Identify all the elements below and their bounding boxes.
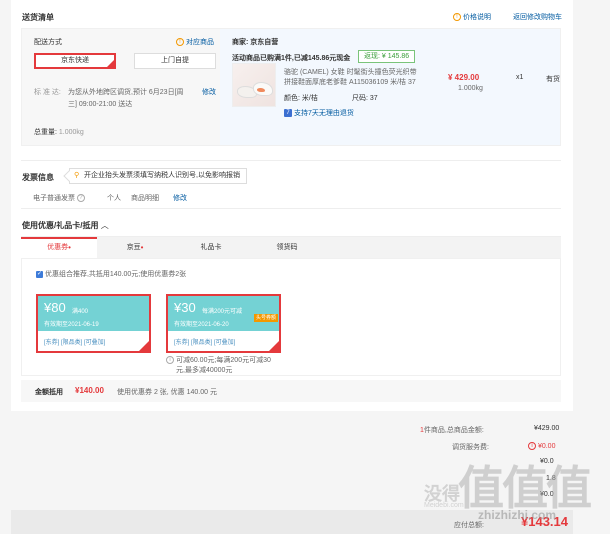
invoice-title: 发票信息 bbox=[22, 173, 54, 182]
invoice-tip: ⚲ 开企业抬头发票须填写纳税人识别号,以免影响报销 bbox=[69, 168, 247, 184]
invoice-detail: 商品明细 bbox=[131, 195, 159, 202]
order-card: 送货清单 ! 价格说明 返回修改购物车 配送方式 ! 对应商品 京东快递 上门自… bbox=[11, 0, 573, 411]
coupon-tags: [东券] [限品类] [可叠加] bbox=[44, 340, 106, 346]
standard-delivery-text-2: 三] 09:00-21:00 送达 bbox=[68, 101, 133, 108]
discount-amount-desc: 使用优惠券 2 张, 优惠 140.00 元 bbox=[117, 389, 217, 396]
promo-text: 活动商品已购满1件,已减145.86元现金 bbox=[232, 55, 351, 62]
delivery-modify-link[interactable]: 修改 bbox=[202, 87, 216, 97]
product-name-line-1[interactable]: 骆驼 (CAMEL) 女鞋 时髦街头撞色荧光织带 bbox=[284, 67, 417, 77]
merchant-panel: 商家: 京东自营 活动商品已购满1件,已减145.86元现金 返现: ¥ 145… bbox=[220, 29, 560, 145]
coupon-condition: 满400 bbox=[72, 309, 89, 315]
invoice-personal: 个人 bbox=[107, 195, 121, 202]
coupon-amount: ¥30 bbox=[174, 300, 196, 315]
selected-check-icon bbox=[269, 341, 279, 351]
coupon-amount: ¥80 bbox=[44, 300, 66, 315]
coupon-date: 有效期至2021-06-20 bbox=[174, 322, 229, 328]
invoice-modify-link[interactable]: 修改 bbox=[173, 193, 187, 203]
checkbox-checked-icon: ✓ bbox=[36, 270, 43, 278]
info-icon: ! bbox=[176, 38, 184, 47]
tab-pickup-code[interactable]: 领货码 bbox=[249, 237, 325, 259]
head-coupon-tag: 头号券额 bbox=[254, 314, 279, 322]
coupon-tags: [东券] [限品类] [可叠加] bbox=[174, 340, 236, 346]
divider bbox=[21, 208, 561, 209]
coupon-note: i 可减60.00元;每满200元可减30 bbox=[166, 355, 271, 365]
location-pin-icon: ⚲ bbox=[74, 172, 80, 179]
shipping-method-panel: 配送方式 ! 对应商品 京东快递 上门自提 标 准 达: 为您从外地跨区调货,预… bbox=[22, 29, 220, 145]
self-pickup-button[interactable]: 上门自提 bbox=[134, 53, 216, 69]
discount-tabs: 优惠券• 京豆• 礼品卡 领货码 bbox=[21, 236, 561, 259]
product-price: ¥ 429.00 bbox=[448, 73, 480, 82]
discount-amount-label: 金额抵用 bbox=[35, 389, 63, 396]
return-badge-icon: 7 bbox=[284, 109, 292, 118]
summary-goods-total: ¥429.00 bbox=[534, 425, 560, 432]
shipping-method-label: 配送方式 bbox=[34, 39, 62, 46]
watermark-site: Meidebi.com bbox=[424, 502, 464, 509]
service-fee: i ¥0.00 bbox=[528, 442, 555, 450]
back-to-cart-link[interactable]: 返回修改购物车 bbox=[513, 12, 562, 22]
product-size: 尺码: 37 bbox=[352, 95, 378, 102]
coupon-note-2: 元,最多减40000元 bbox=[176, 367, 233, 374]
standard-delivery-label: 标 准 达: bbox=[34, 89, 61, 96]
new-dot-icon: • bbox=[68, 243, 71, 252]
return-policy: 7 支持7天无理由退货 bbox=[284, 108, 354, 118]
cashback-tag: 返现: ¥ 145.86 bbox=[358, 50, 416, 63]
coupon-area: ✓ 优惠组合推荐,共抵用140.00元;使用优惠券2张 ¥80 满400 有效期… bbox=[21, 258, 561, 376]
info-icon: ! bbox=[453, 13, 461, 22]
product-color: 颜色: 米/桔 bbox=[284, 95, 318, 102]
help-icon[interactable]: ? bbox=[76, 194, 85, 203]
info-icon: i bbox=[166, 356, 174, 365]
jd-express-button[interactable]: 京东快递 bbox=[34, 53, 116, 69]
product-name-line-2[interactable]: 拼接鞋面厚底老爹鞋 A115036109 米/桔 37 bbox=[284, 77, 416, 87]
delivery-list-title: 送货清单 bbox=[22, 13, 54, 22]
shipping-box: 配送方式 ! 对应商品 京东快递 上门自提 标 准 达: 为您从外地跨区调货,预… bbox=[21, 28, 561, 146]
coupon-condition: 每满200元可减 bbox=[202, 309, 243, 315]
total-weight: 总重量: 1.000kg bbox=[34, 129, 84, 136]
coupon-date: 有效期至2021-06-19 bbox=[44, 322, 99, 328]
product-stock: 有货 bbox=[546, 76, 560, 83]
info-icon[interactable]: i bbox=[528, 442, 536, 450]
discount-amount-value: ¥140.00 bbox=[75, 386, 104, 395]
new-dot-icon: • bbox=[140, 243, 144, 252]
tab-jd-beans[interactable]: 京豆• bbox=[97, 237, 173, 259]
tab-coupons[interactable]: 优惠券• bbox=[21, 237, 97, 259]
service-fee-label: 调货服务费: bbox=[452, 444, 489, 451]
product-image[interactable] bbox=[232, 63, 276, 107]
coupon-card[interactable]: ¥30 每满200元可减 有效期至2021-06-20 头号券额 [东券] [限… bbox=[166, 294, 281, 353]
tab-gift-card[interactable]: 礼品卡 bbox=[173, 237, 249, 259]
product-qty: x1 bbox=[516, 74, 524, 81]
selected-check-icon bbox=[139, 341, 149, 351]
selected-check-icon bbox=[107, 60, 114, 67]
coupon-card[interactable]: ¥80 满400 有效期至2021-06-19 [东券] [限品类] [可叠加] bbox=[36, 294, 151, 353]
summary-goods-count: 1件商品,总商品金额: bbox=[420, 427, 484, 434]
standard-delivery-text-1: 为您从外地跨区调货,预计 6月23日[周 bbox=[68, 89, 184, 96]
merchant-label: 商家: 京东自营 bbox=[232, 39, 279, 46]
invoice-type: 电子普通发票 ? bbox=[33, 193, 85, 203]
discount-amount-bar: 金额抵用 ¥140.00 使用优惠券 2 张, 优惠 140.00 元 bbox=[21, 380, 561, 402]
product-weight: 1.000kg bbox=[458, 85, 483, 92]
price-note-link[interactable]: ! 价格说明 bbox=[453, 12, 491, 22]
corresponding-goods-link[interactable]: ! 对应商品 bbox=[176, 37, 214, 47]
watermark-site-2: zhizhizhi.com bbox=[478, 508, 556, 522]
divider bbox=[21, 160, 561, 161]
discount-section-toggle[interactable]: 使用优惠/礼品卡/抵用 ︿ bbox=[22, 220, 109, 231]
chevron-up-icon: ︿ bbox=[100, 221, 109, 230]
combo-recommend-checkbox[interactable]: ✓ 优惠组合推荐,共抵用140.00元;使用优惠券2张 bbox=[36, 269, 186, 279]
